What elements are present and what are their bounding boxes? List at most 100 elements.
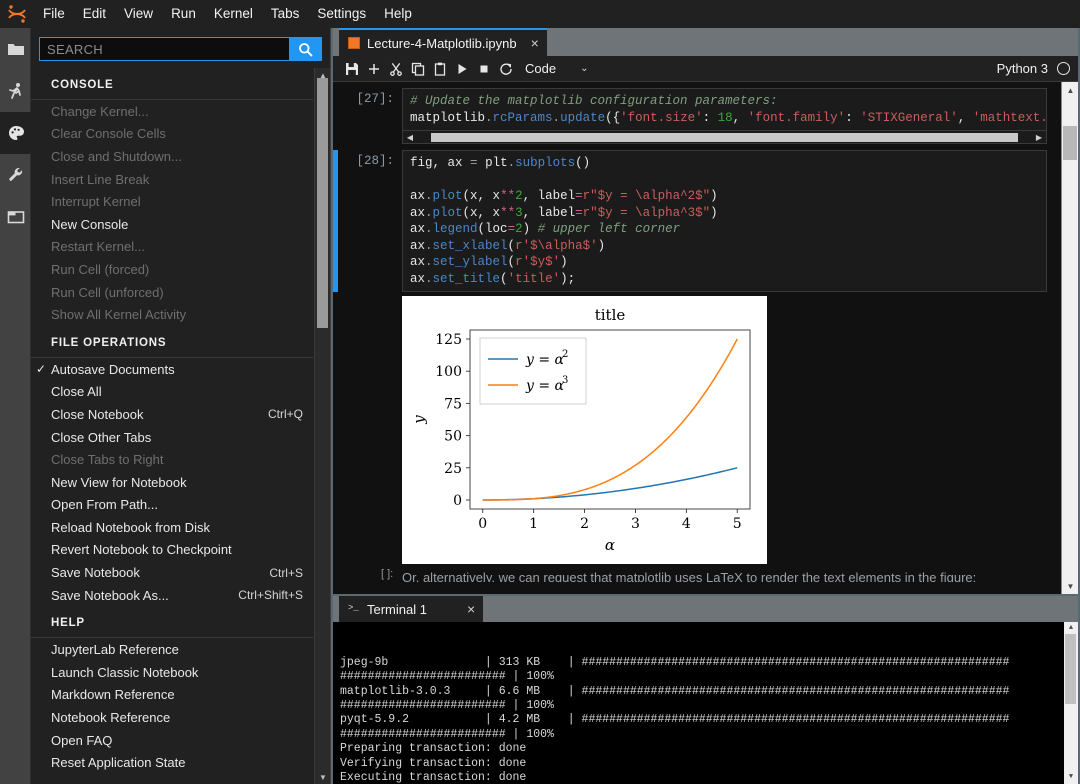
terminal-output[interactable]: jpeg-9b | 313 KB | #####################… — [333, 622, 1078, 784]
palette-scrollbar[interactable]: ▲ ▼ — [314, 68, 330, 784]
scroll-down-icon[interactable]: ▼ — [1064, 771, 1078, 784]
code-token: # Update the matplotlib configuration pa… — [410, 94, 778, 108]
chevron-down-icon[interactable]: ⌄ — [580, 63, 588, 74]
menu-item-kernel[interactable]: Kernel — [205, 0, 262, 28]
code-token: 'STIXGeneral' — [860, 111, 958, 125]
code-token: 'font.size' — [620, 111, 703, 125]
rail-item-file-browser[interactable] — [0, 28, 31, 70]
scroll-up-icon[interactable]: ▲ — [1062, 82, 1078, 98]
menu-item-file[interactable]: File — [34, 0, 74, 28]
rail-item-property-inspector[interactable] — [0, 154, 31, 196]
menu-item-run[interactable]: Run — [162, 0, 205, 28]
palette-sections: CONSOLEChange Kernel...Clear Console Cel… — [31, 68, 313, 784]
palette-command-run-cell-forced: Run Cell (forced) — [31, 258, 313, 281]
notebook-icon — [348, 37, 360, 49]
palette-command-open-faq[interactable]: Open FAQ — [31, 729, 313, 752]
palette-command-reload-notebook-from-disk[interactable]: Reload Notebook from Disk — [31, 516, 313, 539]
scroll-thumb[interactable] — [431, 133, 865, 142]
jupyter-logo-icon — [0, 0, 34, 28]
code-token: ax — [448, 156, 463, 170]
palette-command-save-notebook-as[interactable]: Save Notebook As...Ctrl+Shift+S — [31, 584, 313, 607]
palette-command-notebook-reference[interactable]: Notebook Reference — [31, 706, 313, 729]
cell-horizontal-scrollbar[interactable]: ◀▶ — [402, 131, 1047, 144]
menu-item-settings[interactable]: Settings — [308, 0, 375, 28]
x-tick-label: 0 — [478, 516, 487, 532]
x-tick-label: 4 — [682, 516, 691, 532]
code-token: , — [958, 111, 973, 125]
notebook-scrollbar[interactable]: ▲ ▼ — [1061, 82, 1078, 594]
run-button[interactable] — [451, 58, 473, 80]
palette-scrollbar-thumb[interactable] — [317, 78, 328, 328]
matplotlib-figure: title0255075100125012345αyy = α2y = α3 — [402, 296, 767, 564]
scroll-track[interactable] — [431, 133, 1018, 142]
palette-command-open-from-path[interactable]: Open From Path... — [31, 494, 313, 517]
palette-command-close-all[interactable]: Close All — [31, 381, 313, 404]
cell-editor[interactable]: fig, ax = plt.subplots() ax.plot(x, x**2… — [402, 150, 1047, 292]
terminal-scrollbar[interactable]: ▲ ▼ — [1064, 622, 1078, 784]
search-icon[interactable] — [289, 38, 321, 60]
terminal-line: ######################## | 100% — [340, 670, 1078, 684]
code-token: plot — [433, 206, 463, 220]
code-token: 'title' — [508, 272, 561, 286]
code-token: . — [425, 255, 433, 269]
save-button[interactable] — [341, 58, 363, 80]
notebook-tab[interactable]: Lecture-4-Matplotlib.ipynb × — [339, 28, 547, 56]
palette-command-close-notebook[interactable]: Close NotebookCtrl+Q — [31, 403, 313, 426]
palette-command-reset-application-state[interactable]: Reset Application State — [31, 751, 313, 774]
palette-command-label: New View for Notebook — [51, 475, 303, 490]
code-token: . — [508, 156, 516, 170]
palette-command-jupyterlab-reference[interactable]: JupyterLab Reference — [31, 638, 313, 661]
menu-item-edit[interactable]: Edit — [74, 0, 115, 28]
stop-button[interactable] — [473, 58, 495, 80]
menu-item-help[interactable]: Help — [375, 0, 421, 28]
notebook-cell[interactable]: [28]:fig, ax = plt.subplots() ax.plot(x,… — [333, 144, 1061, 292]
markdown-cell-clipped[interactable]: [ ]:Or, alternatively, we can request th… — [333, 564, 1061, 582]
paste-button[interactable] — [429, 58, 451, 80]
palette-command-revert-notebook-to-checkpoint[interactable]: Revert Notebook to Checkpoint — [31, 539, 313, 562]
code-token: ax — [410, 239, 425, 253]
search-input[interactable] — [40, 38, 289, 60]
kernel-name[interactable]: Python 3 — [997, 61, 1048, 76]
run-icon — [455, 62, 469, 76]
scroll-down-icon[interactable]: ▼ — [1062, 578, 1078, 594]
paste-icon — [433, 62, 447, 76]
cell-editor[interactable]: # Update the matplotlib configuration pa… — [402, 88, 1047, 131]
insert-cell-button[interactable] — [363, 58, 385, 80]
terminal-tab[interactable]: >_ Terminal 1 × — [339, 596, 483, 622]
menu-item-view[interactable]: View — [115, 0, 162, 28]
notebook-cell[interactable]: [27]:# Update the matplotlib configurati… — [333, 82, 1061, 144]
markdown-text: Or, alternatively, we can request that m… — [402, 570, 976, 582]
copy-button[interactable] — [407, 58, 429, 80]
palette-command-restart-kernel: Restart Kernel... — [31, 236, 313, 259]
restart-kernel-button[interactable] — [495, 58, 517, 80]
palette-command-autosave-documents[interactable]: ✓Autosave Documents — [31, 358, 313, 381]
palette-command-label: Open FAQ — [51, 733, 303, 748]
rail-item-running-sessions[interactable] — [0, 70, 31, 112]
palette-command-new-view-for-notebook[interactable]: New View for Notebook — [31, 471, 313, 494]
search-box[interactable] — [39, 37, 322, 61]
menu-item-tabs[interactable]: Tabs — [262, 0, 309, 28]
save-icon — [345, 62, 359, 76]
terminal-scrollbar-thumb[interactable] — [1065, 634, 1076, 704]
close-icon[interactable]: × — [531, 36, 539, 50]
code-token: r"$y = \alpha^2$" — [583, 189, 711, 203]
palette-command-close-other-tabs[interactable]: Close Other Tabs — [31, 426, 313, 449]
close-icon[interactable]: × — [467, 602, 475, 616]
scroll-right-icon[interactable]: ▶ — [1032, 133, 1046, 142]
rail-item-open-tabs[interactable] — [0, 196, 31, 238]
cell-type-select[interactable]: Code ⌄ — [525, 61, 588, 76]
y-tick-label: 125 — [435, 332, 462, 348]
palette-command-new-console[interactable]: New Console — [31, 213, 313, 236]
rail-item-command-palette[interactable] — [0, 112, 31, 154]
code-cell[interactable]: [28]:fig, ax = plt.subplots() ax.plot(x,… — [333, 144, 1061, 292]
notebook-scrollbar-thumb[interactable] — [1063, 126, 1077, 160]
code-token: = — [508, 222, 516, 236]
code-cell[interactable]: [27]:# Update the matplotlib configurati… — [333, 82, 1061, 131]
palette-command-markdown-reference[interactable]: Markdown Reference — [31, 684, 313, 707]
palette-command-launch-classic-notebook[interactable]: Launch Classic Notebook — [31, 661, 313, 684]
cut-button[interactable] — [385, 58, 407, 80]
scroll-down-icon[interactable]: ▼ — [315, 770, 331, 784]
scroll-left-icon[interactable]: ◀ — [403, 133, 417, 142]
terminal-line: pyqt-5.9.2 | 4.2 MB | ##################… — [340, 713, 1078, 727]
palette-command-save-notebook[interactable]: Save NotebookCtrl+S — [31, 561, 313, 584]
